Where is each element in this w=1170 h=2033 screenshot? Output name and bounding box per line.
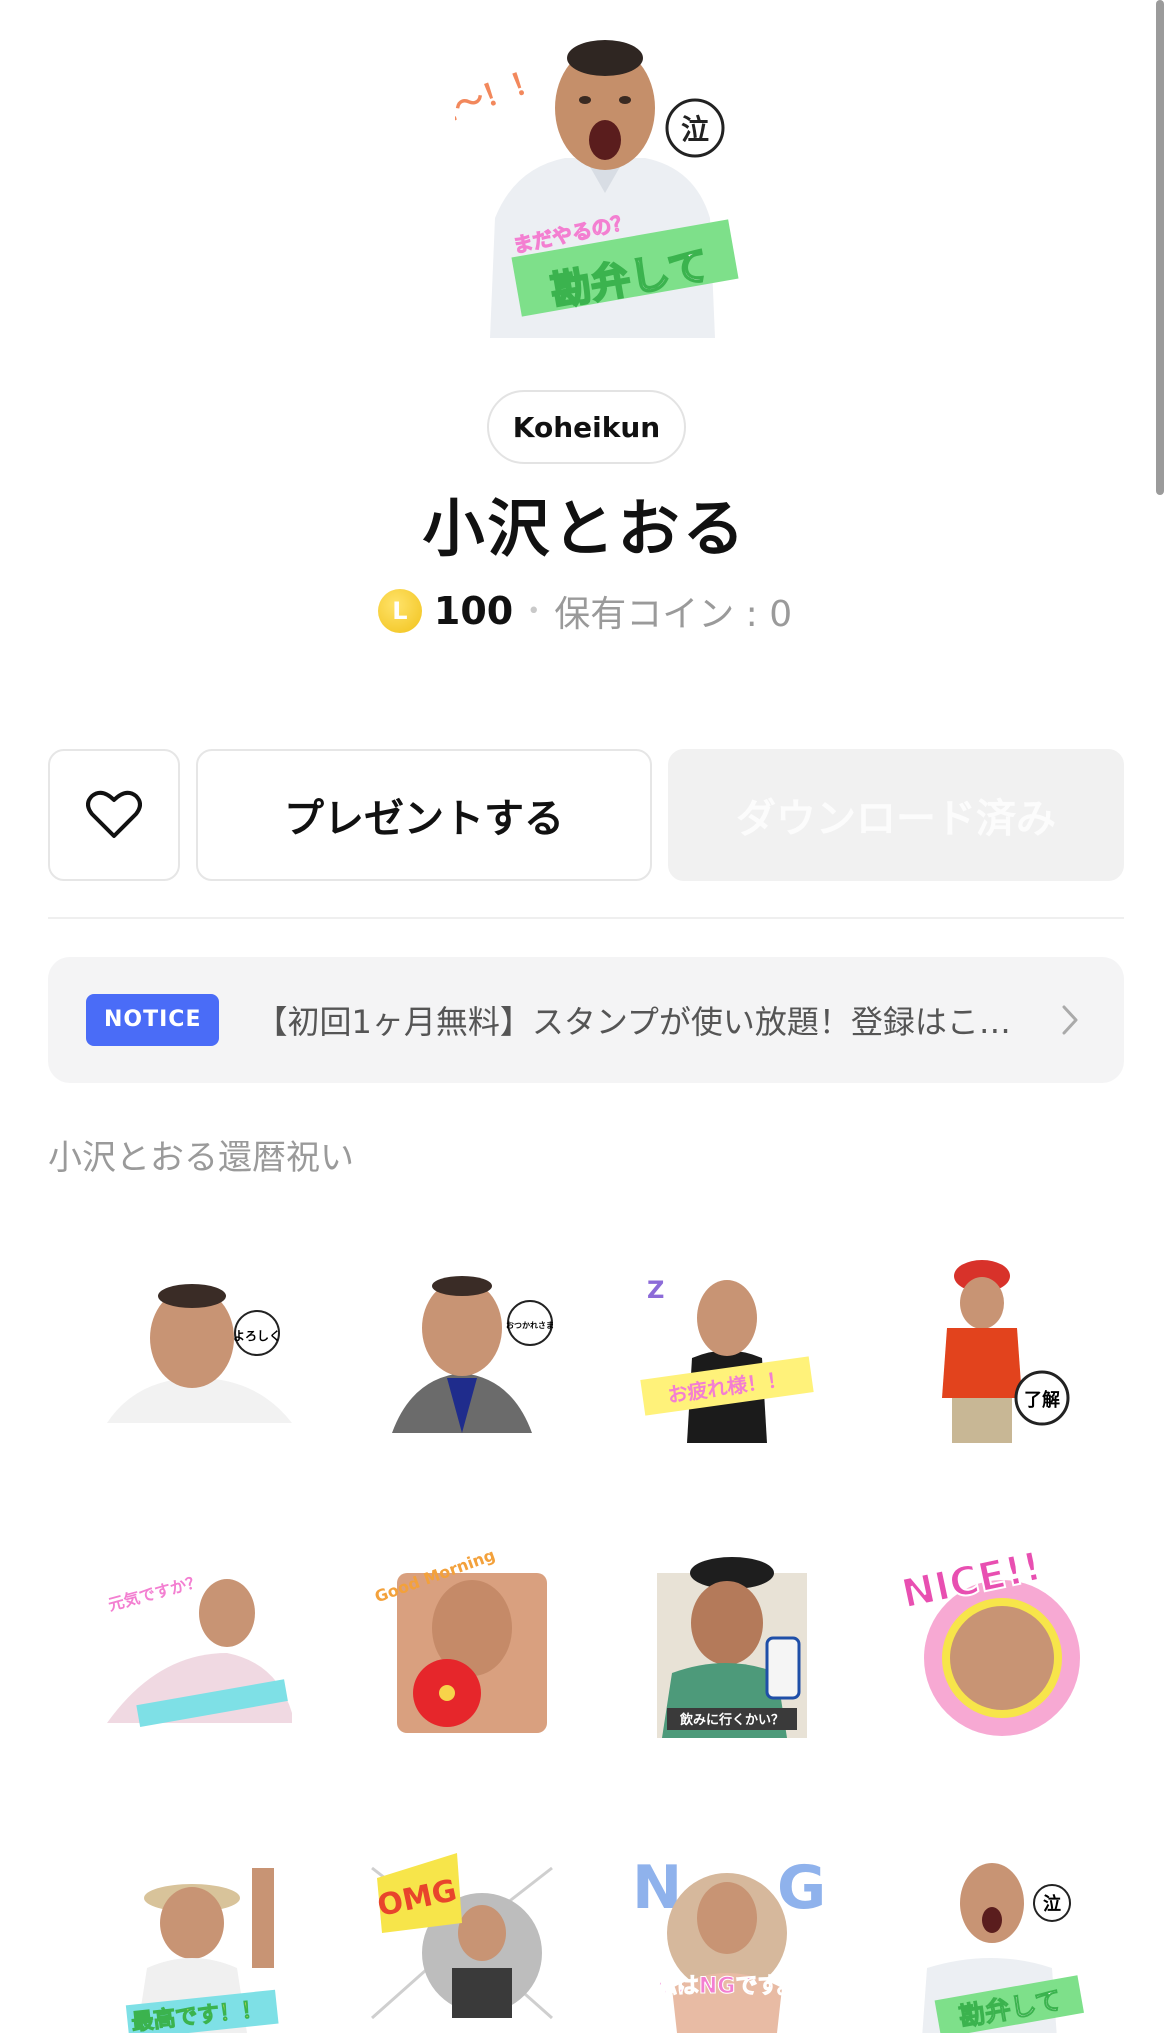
sticker-text: おつかれさま bbox=[506, 1321, 554, 1330]
sticker-item[interactable]: NICE!! bbox=[859, 1495, 1124, 1790]
hero-bubble-text: 泣 bbox=[681, 113, 709, 146]
chevron-right-icon bbox=[1062, 1005, 1078, 1035]
coin-icon: L bbox=[377, 589, 422, 633]
sticker-grid: よろしく おつかれさま Z お疲れ様！！ 了解 元気ですか？ Good Morn… bbox=[64, 1200, 1124, 2033]
sticker-item[interactable]: OMG bbox=[329, 1790, 594, 2033]
separator-dot: • bbox=[527, 598, 541, 624]
section-title: 小沢とおる還暦祝い bbox=[48, 1138, 354, 1178]
sticker-text: よろしく bbox=[232, 1329, 280, 1343]
sticker-image: よろしく bbox=[106, 1283, 292, 1423]
sticker-image: OMG bbox=[370, 1852, 553, 2019]
price-value: 100 bbox=[433, 589, 514, 633]
sticker-image: Good Morning bbox=[372, 1545, 547, 1733]
author-button[interactable]: Koheikun bbox=[487, 390, 686, 464]
sticker-image: 最高です！！ bbox=[125, 1867, 279, 2033]
sticker-image: Z お疲れ様！！ bbox=[639, 1276, 814, 1443]
notice-badge: NOTICE bbox=[86, 994, 220, 1046]
owned-coins: 保有コイン : 0 bbox=[554, 594, 793, 635]
svg-text:泣: 泣 bbox=[1043, 1893, 1061, 1915]
sticker-image: N G 私はNGです。 bbox=[632, 1853, 826, 2033]
divider bbox=[48, 917, 1124, 919]
like-button[interactable] bbox=[48, 749, 180, 881]
sticker-item[interactable]: 飲みに行くかい？ bbox=[594, 1495, 859, 1790]
sticker-item[interactable]: よろしく bbox=[64, 1200, 329, 1495]
sticker-item[interactable]: おつかれさま bbox=[329, 1200, 594, 1495]
notice-text: 【初回1ヶ月無料】スタンプが使い放題！登録はこちら bbox=[255, 1003, 1036, 1041]
gift-button[interactable]: プレゼントする bbox=[196, 749, 652, 881]
svg-text:G: G bbox=[777, 1853, 826, 1923]
sticker-image: 泣 勘弁して bbox=[921, 1862, 1084, 2033]
price-row: L 100 • 保有コイン : 0 bbox=[0, 585, 1170, 637]
sticker-text: 元気ですか？ bbox=[106, 1571, 204, 1614]
sticker-item[interactable]: 元気ですか？ bbox=[64, 1495, 329, 1790]
svg-text:Z: Z bbox=[647, 1276, 664, 1304]
download-button[interactable]: ダウンロード済み bbox=[668, 749, 1124, 881]
sticker-item[interactable]: Z お疲れ様！！ bbox=[594, 1200, 859, 1495]
heart-icon bbox=[86, 790, 142, 838]
sticker-item[interactable]: 了解 bbox=[859, 1200, 1124, 1495]
sticker-item[interactable]: N G 私はNGです。 bbox=[594, 1790, 859, 2033]
notice-banner[interactable]: NOTICE 【初回1ヶ月無料】スタンプが使い放題！登録はこちら bbox=[48, 957, 1124, 1083]
main-sticker-image: 泣 え〜！！ まだやるの？ 勘弁して bbox=[421, 18, 755, 338]
sticker-item[interactable]: 最高です！！ bbox=[64, 1790, 329, 2033]
sticker-item[interactable]: 泣 勘弁して bbox=[859, 1790, 1124, 2033]
package-title: 小沢とおる bbox=[422, 492, 748, 565]
sticker-image: 元気ですか？ bbox=[106, 1571, 292, 1727]
sticker-image: おつかれさま bbox=[391, 1275, 554, 1433]
sticker-text: 了解 bbox=[1024, 1389, 1060, 1411]
scrollbar[interactable] bbox=[1156, 0, 1164, 495]
sticker-text: 飲みに行くかい？ bbox=[678, 1712, 783, 1728]
action-buttons: プレゼントする ダウンロード済み bbox=[48, 749, 1124, 881]
sticker-image: 飲みに行くかい？ bbox=[656, 1556, 807, 1738]
sticker-image: 了解 bbox=[941, 1259, 1069, 1443]
sticker-item[interactable]: Good Morning bbox=[329, 1495, 594, 1790]
sticker-image: NICE!! bbox=[896, 1543, 1080, 1736]
sticker-text: 私はNGです。 bbox=[654, 1974, 798, 1999]
